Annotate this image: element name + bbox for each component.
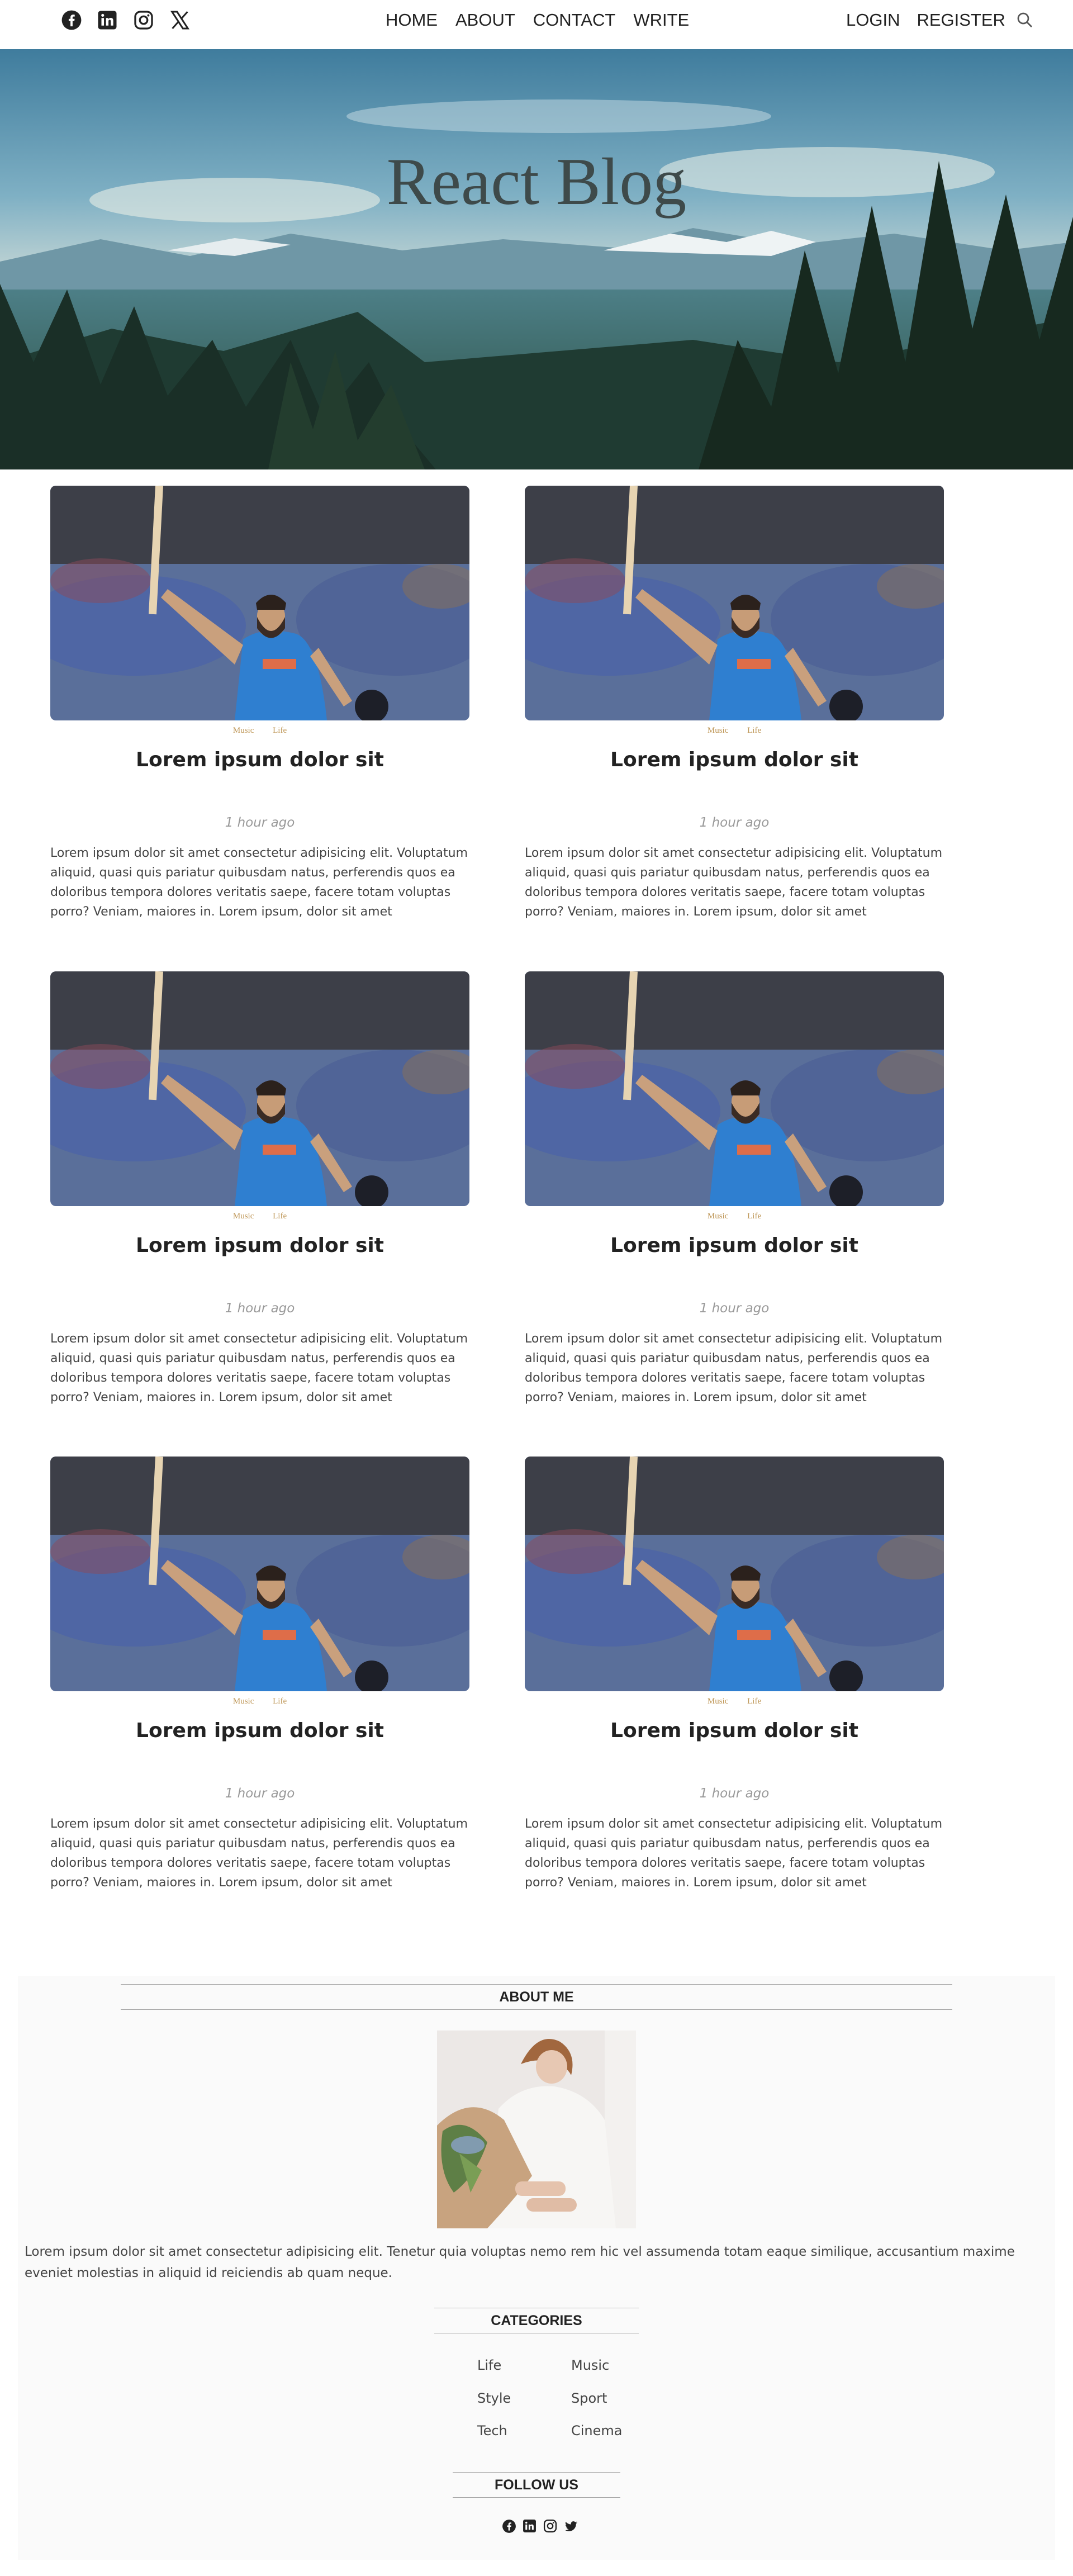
nav-contact[interactable]: CONTACT — [533, 10, 616, 30]
post-description: Lorem ipsum dolor sit amet consectetur a… — [50, 846, 468, 919]
post-category[interactable]: Music — [708, 1212, 729, 1221]
post-image[interactable] — [525, 1457, 944, 1691]
post-image[interactable] — [50, 486, 469, 720]
twitter-icon[interactable] — [564, 2519, 580, 2535]
post-title[interactable]: Lorem ipsum dolor sit — [50, 748, 469, 771]
category-style[interactable]: Style — [477, 2390, 511, 2406]
post-title[interactable]: Lorem ipsum dolor sit — [525, 748, 944, 771]
post-category[interactable]: Music — [708, 1697, 729, 1706]
post-categories: Music Life — [525, 1697, 944, 1706]
about-me-title: ABOUT ME — [121, 1984, 952, 2010]
about-me-text: Lorem ipsum dolor sit amet consectetur a… — [25, 2245, 1015, 2280]
post-date: 1 hour ago — [225, 1786, 295, 1801]
categories-title: CATEGORIES — [434, 2308, 639, 2333]
post-title[interactable]: Lorem ipsum dolor sit — [50, 1234, 469, 1257]
post-image[interactable] — [50, 971, 469, 1206]
post-title[interactable]: Lorem ipsum dolor sit — [525, 1234, 944, 1257]
instagram-icon[interactable] — [131, 8, 156, 32]
post-categories: Music Life — [50, 1697, 469, 1706]
nav-register[interactable]: REGISTER — [917, 10, 1005, 30]
post-category[interactable]: Music — [233, 726, 254, 735]
hero-title: React Blog — [386, 144, 687, 219]
facebook-icon[interactable] — [502, 2519, 517, 2535]
post-description: Lorem ipsum dolor sit amet consectetur a… — [525, 1332, 943, 1405]
follow-us-title: FOLLOW US — [453, 2472, 620, 2498]
nav-home[interactable]: HOME — [386, 10, 438, 30]
x-icon[interactable] — [168, 8, 192, 32]
category-sport[interactable]: Sport — [571, 2390, 607, 2406]
hero-banner: React Blog — [0, 49, 1073, 469]
post-category[interactable]: Life — [273, 726, 287, 735]
mountain-landscape-image — [0, 49, 1073, 469]
search-icon[interactable] — [1015, 10, 1035, 30]
post-date: 1 hour ago — [699, 1301, 770, 1316]
instagram-icon[interactable] — [543, 2519, 559, 2535]
post-date: 1 hour ago — [699, 1786, 770, 1801]
post-category[interactable]: Music — [233, 1697, 254, 1706]
post-date: 1 hour ago — [225, 1301, 295, 1316]
post-category[interactable]: Life — [273, 1212, 287, 1221]
post-category[interactable]: Music — [708, 726, 729, 735]
post-category[interactable]: Life — [747, 726, 761, 735]
post-categories: Music Life — [525, 1212, 944, 1221]
nav-about[interactable]: ABOUT — [455, 10, 515, 30]
auth-nav: LOGIN REGISTER — [846, 10, 1022, 30]
linkedin-icon[interactable] — [95, 8, 120, 32]
post-categories: Music Life — [50, 1212, 469, 1221]
post-description: Lorem ipsum dolor sit amet consectetur a… — [525, 1817, 943, 1890]
top-bar: HOME ABOUT CONTACT WRITE LOGIN REGISTER — [0, 0, 1073, 49]
category-life[interactable]: Life — [477, 2357, 501, 2373]
main-nav: HOME ABOUT CONTACT WRITE — [386, 10, 707, 30]
sidebar: ABOUT ME Lorem ipsum dolor sit amet cons… — [18, 1976, 1055, 2560]
post-category[interactable]: Life — [747, 1212, 761, 1221]
post-date: 1 hour ago — [699, 815, 770, 830]
post-image[interactable] — [525, 486, 944, 720]
facebook-icon[interactable] — [59, 8, 84, 32]
category-music[interactable]: Music — [571, 2357, 609, 2373]
post-description: Lorem ipsum dolor sit amet consectetur a… — [50, 1332, 468, 1405]
post-image[interactable] — [525, 971, 944, 1206]
post-description: Lorem ipsum dolor sit amet consectetur a… — [525, 846, 943, 919]
nav-login[interactable]: LOGIN — [846, 10, 900, 30]
post-categories: Music Life — [50, 726, 469, 736]
post-title[interactable]: Lorem ipsum dolor sit — [525, 1719, 944, 1742]
post-category[interactable]: Music — [233, 1212, 254, 1221]
post-categories: Music Life — [525, 726, 944, 736]
post-date: 1 hour ago — [225, 815, 295, 830]
category-cinema[interactable]: Cinema — [571, 2423, 623, 2439]
nav-write[interactable]: WRITE — [633, 10, 689, 30]
linkedin-icon[interactable] — [523, 2519, 538, 2535]
post-image[interactable] — [50, 1457, 469, 1691]
post-category[interactable]: Life — [747, 1697, 761, 1706]
post-description: Lorem ipsum dolor sit amet consectetur a… — [50, 1817, 468, 1890]
post-category[interactable]: Life — [273, 1697, 287, 1706]
post-title[interactable]: Lorem ipsum dolor sit — [50, 1719, 469, 1742]
about-me-image — [437, 2031, 636, 2228]
category-tech[interactable]: Tech — [477, 2423, 507, 2439]
